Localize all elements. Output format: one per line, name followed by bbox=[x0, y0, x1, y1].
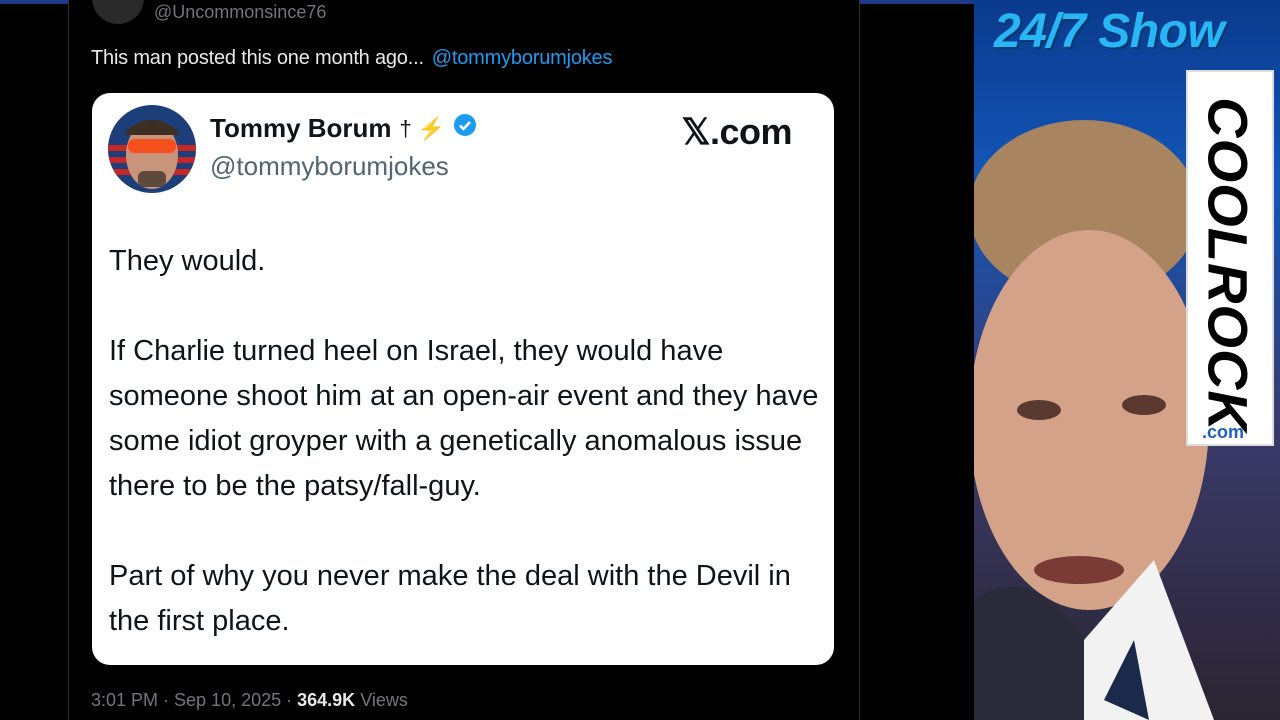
webcam-overlay: 24/7 Show COOLROCK .com bbox=[974, 0, 1280, 720]
quote-paragraph: If Charlie turned heel on Israel, they w… bbox=[109, 335, 819, 502]
name-symbols: † ⚡ bbox=[399, 115, 446, 141]
views-label: Views bbox=[360, 690, 408, 710]
avatar-photo-icon bbox=[108, 105, 196, 193]
quoted-author-avatar[interactable] bbox=[108, 105, 196, 193]
verified-badge-icon bbox=[453, 113, 477, 144]
quoted-author-name[interactable]: Tommy Borum bbox=[210, 113, 392, 144]
quoted-author-handle[interactable]: @tommyborumjokes bbox=[210, 151, 449, 182]
video-frame-left: @Uncommonsince76 This man posted this on… bbox=[0, 0, 974, 720]
quoted-tweet-card[interactable]: Tommy Borum † ⚡ @tommyborumjokes 𝕏.com T… bbox=[92, 93, 834, 665]
coolrock-logo: COOLROCK .com bbox=[1186, 70, 1274, 446]
tweet-timestamp[interactable]: 3:01 PM · Sep 10, 2025 · bbox=[91, 690, 292, 710]
quote-paragraph: Part of why you never make the deal with… bbox=[109, 560, 791, 637]
tweet-text: This man posted this one month ago... @to… bbox=[91, 47, 612, 70]
author-handle[interactable]: @Uncommonsince76 bbox=[154, 2, 326, 23]
tweet-body: This man posted this one month ago... bbox=[91, 47, 424, 69]
quoted-tweet-body: They would. If Charlie turned heel on Is… bbox=[109, 239, 824, 689]
logo-suffix: .com bbox=[1202, 422, 1245, 442]
show-title: 24/7 Show bbox=[994, 5, 1225, 58]
logo-text: COOLROCK bbox=[1196, 97, 1260, 432]
quoted-author-name-row[interactable]: Tommy Borum † ⚡ bbox=[210, 113, 477, 144]
quote-paragraph: They would. bbox=[109, 245, 266, 277]
views-count: 364.9K bbox=[297, 690, 356, 710]
tweet-meta: 3:01 PM · Sep 10, 2025 · 364.9K Views bbox=[91, 690, 408, 711]
x-brand-label: 𝕏.com bbox=[681, 111, 792, 152]
mention-link[interactable]: @tommyborumjokes bbox=[432, 47, 613, 69]
